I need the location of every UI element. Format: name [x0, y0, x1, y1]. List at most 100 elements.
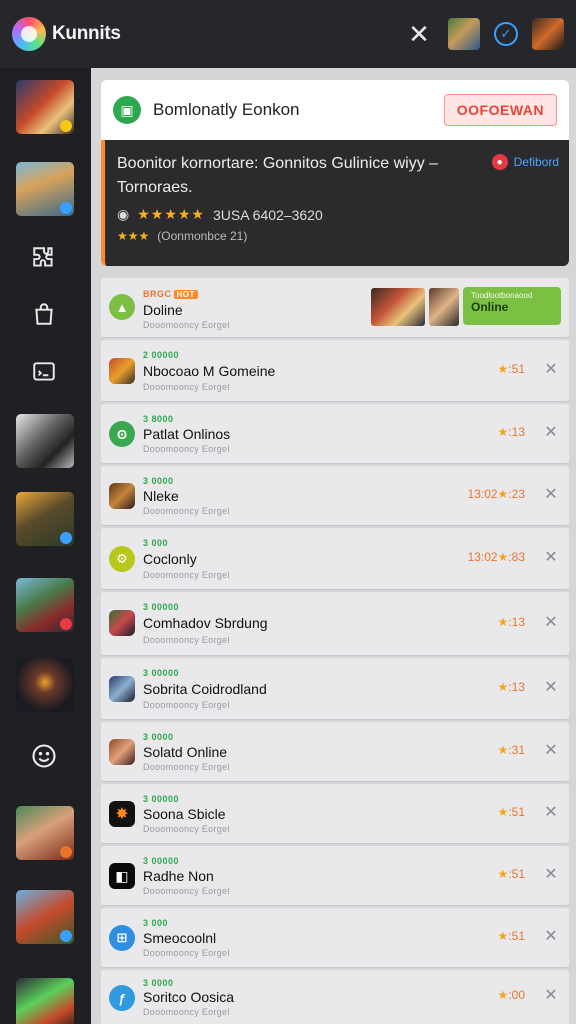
row-rating: ★:13 — [497, 615, 525, 629]
puzzle-icon[interactable] — [28, 242, 60, 274]
rating-star-icon: ★ — [497, 867, 509, 881]
bag-icon[interactable] — [28, 298, 60, 330]
game-thumbnail[interactable] — [371, 288, 425, 326]
row-subtitle: Dooomooncy Eorgel — [143, 444, 230, 454]
rating-star-icon: ★ — [497, 362, 509, 376]
row-title: Smeocoolnl — [143, 930, 217, 946]
game-icon — [109, 483, 135, 509]
smiley-icon[interactable] — [28, 740, 60, 772]
chat-icon[interactable] — [28, 356, 60, 388]
list-item[interactable]: ⚙ 3 000 Coclonly Dooomooncy Eorgel 13:02… — [101, 528, 569, 590]
rating-star-icon: ★ — [497, 743, 509, 757]
game-icon — [109, 610, 135, 636]
game-thumbnail[interactable] — [532, 18, 564, 50]
status-badge — [60, 618, 72, 630]
row-subtitle: Dooomooncy Eorgel — [143, 1007, 230, 1017]
list-item[interactable]: 2 00000 Nbocoao M Gomeine Dooomooncy Eor… — [101, 340, 569, 402]
list-item[interactable]: 3 00000 Comhadov Sbrdung Dooomooncy Eorg… — [101, 592, 569, 656]
rating-star-icon: ★ — [497, 680, 509, 694]
row-rating: ★:51 — [497, 867, 525, 881]
row-title: Soona Sbicle — [143, 806, 226, 822]
row-title: Patlat Onlinos — [143, 426, 231, 442]
close-icon[interactable]: ✕ — [541, 986, 561, 1006]
close-icon[interactable]: ✕ — [541, 613, 561, 633]
check-circle-icon[interactable]: ✓ — [494, 22, 518, 46]
close-icon[interactable]: ✕ — [541, 678, 561, 698]
close-icon[interactable]: ✕ — [404, 19, 434, 49]
promo-card[interactable]: Boonitor kornortare: Gonnitos Gulinice w… — [101, 140, 569, 266]
close-icon[interactable]: ✕ — [541, 423, 561, 443]
close-icon[interactable]: ✕ — [541, 803, 561, 823]
rating-star-icon: ★ — [497, 615, 509, 629]
row-kicker: 3 00000 — [143, 856, 180, 866]
rating-star-icon: ★★★ — [117, 229, 150, 243]
promo-tag-label: Defibord — [513, 155, 559, 169]
banner-action-button[interactable]: OOFOEWAN — [443, 94, 557, 126]
promo-title: Boonitor kornortare: Gonnitos Gulinice w… — [117, 155, 439, 196]
top-actions: ✕ ✓ — [404, 18, 564, 50]
status-badge — [60, 120, 72, 132]
close-icon[interactable]: ✕ — [541, 741, 561, 761]
promo-rating-text: 3USA 6402–3620 — [212, 206, 323, 223]
list-item[interactable]: 3 0000 Solatd Online Dooomooncy Eorgel ★… — [101, 722, 569, 782]
row-kicker: 3 0000 — [143, 978, 174, 988]
row-title: Coclonly — [143, 551, 197, 567]
sidebar — [0, 68, 90, 1024]
sidebar-game-thumbnail[interactable] — [16, 162, 74, 216]
sidebar-game-thumbnail[interactable] — [16, 806, 74, 860]
app-logo-icon[interactable] — [12, 17, 46, 51]
main-content: ▣ Bomlonatly Eonkon OOFOEWAN Boonitor ko… — [91, 68, 576, 1024]
row-kicker: 3 0000 — [143, 476, 174, 486]
sidebar-game-thumbnail[interactable] — [16, 414, 74, 468]
row-rating: ★:00 — [497, 988, 525, 1002]
top-bar: Kunnits ✕ ✓ — [0, 0, 576, 68]
list-item[interactable]: 3 00000 Sobrita Coidrodland Dooomooncy E… — [101, 658, 569, 720]
close-icon[interactable]: ✕ — [541, 360, 561, 380]
close-icon[interactable]: ✕ — [541, 548, 561, 568]
row-rating: ★:51 — [497, 805, 525, 819]
list-item[interactable]: ◧ 3 00000 Radhe Non Dooomooncy Eorgel ★:… — [101, 846, 569, 906]
sidebar-game-thumbnail[interactable] — [16, 658, 74, 712]
close-icon[interactable]: ✕ — [541, 485, 561, 505]
status-badge — [60, 846, 72, 858]
row-kicker: 3 00000 — [143, 668, 180, 678]
sidebar-game-thumbnail[interactable] — [16, 80, 74, 134]
game-thumbnail[interactable] — [448, 18, 480, 50]
row-subtitle: Dooomooncy Eorgel — [143, 700, 230, 710]
row-subtitle: Dooomooncy Eorgel — [143, 635, 230, 645]
row-subtitle: Dooomooncy Eorgel — [143, 506, 230, 516]
promo-tag[interactable]: ● Defibord — [491, 154, 559, 170]
game-icon: ʘ — [109, 421, 135, 447]
row-rating: ★:51 — [497, 929, 525, 943]
list-item[interactable]: ƒ 3 0000 Soritco Oosica Dooomooncy Eorge… — [101, 970, 569, 1024]
sidebar-game-thumbnail[interactable] — [16, 578, 74, 632]
list-item[interactable]: ▲ BRGC HOT Doline Dooomooncy Eorgel Toodl… — [101, 278, 569, 338]
game-icon — [109, 676, 135, 702]
row-kicker: 3 8000 — [143, 414, 174, 424]
row-rating: ★:31 — [497, 743, 525, 757]
row-rating: ★:51 — [497, 362, 525, 376]
online-button[interactable]: Toodlootbonaood Online — [463, 287, 561, 325]
list-item[interactable]: ✸ 3 00000 Soona Sbicle Dooomooncy Eorgel… — [101, 784, 569, 844]
close-icon[interactable]: ✕ — [541, 865, 561, 885]
close-icon[interactable]: ✕ — [541, 927, 561, 947]
row-subtitle: Dooomooncy Eorgel — [143, 948, 230, 958]
store-icon: ▣ — [113, 96, 141, 124]
sidebar-game-thumbnail[interactable] — [16, 890, 74, 944]
list-item[interactable]: ⊞ 3 000 Smeocoolnl Dooomooncy Eorgel ★:5… — [101, 908, 569, 968]
promo-meta: ★★★ (Oonmonbce 21) — [117, 229, 557, 243]
sidebar-game-thumbnail[interactable] — [16, 978, 74, 1024]
rating-star-icon: ★ — [497, 487, 509, 501]
controller-icon: ◉ — [117, 206, 130, 222]
list-item[interactable]: ʘ 3 8000 Patlat Onlinos Dooomooncy Eorge… — [101, 404, 569, 464]
sidebar-game-thumbnail[interactable] — [16, 492, 74, 546]
row-kicker: BRGC HOT — [143, 289, 198, 299]
row-kicker: 2 00000 — [143, 350, 180, 360]
status-badge — [60, 532, 72, 544]
row-title: Soritco Oosica — [143, 989, 235, 1005]
game-thumbnail[interactable] — [429, 288, 459, 326]
list-item[interactable]: 3 0000 Nleke Dooomooncy Eorgel 13:02★:23… — [101, 466, 569, 526]
game-icon: ⚙ — [109, 546, 135, 572]
row-kicker: 3 0000 — [143, 732, 174, 742]
game-icon — [109, 739, 135, 765]
